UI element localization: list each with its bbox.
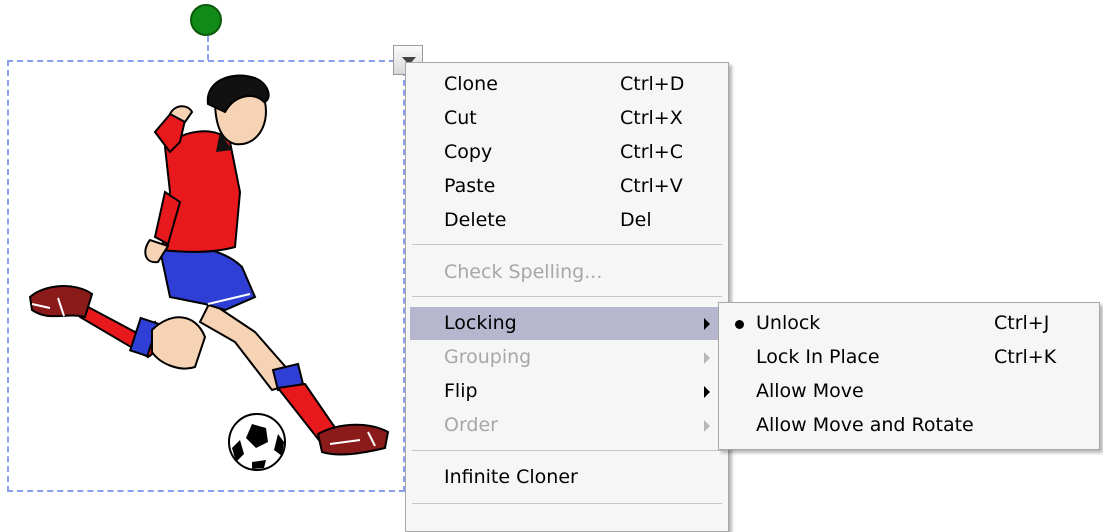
menu-item-shortcut: Ctrl+X xyxy=(620,107,683,129)
menu-item-label: Clone xyxy=(444,73,498,95)
menu-item-shortcut: Ctrl+V xyxy=(620,175,683,197)
menu-separator xyxy=(412,503,722,504)
menu-item-flip[interactable]: Flip xyxy=(410,375,724,408)
menu-item-delete[interactable]: Delete Del xyxy=(410,204,724,237)
menu-item-paste[interactable]: Paste Ctrl+V xyxy=(410,170,724,203)
menu-item-label: Cut xyxy=(444,107,477,129)
menu-separator xyxy=(412,244,722,245)
menu-item-label: Delete xyxy=(444,209,507,231)
menu-item-infinite-cloner[interactable]: Infinite Cloner xyxy=(410,461,724,494)
menu-item-label: Flip xyxy=(444,380,478,402)
menu-item-label: Locking xyxy=(444,312,517,334)
menu-item-label: Infinite Cloner xyxy=(444,466,578,488)
submenu-arrow-icon xyxy=(704,352,710,364)
menu-item-grouping[interactable]: Grouping xyxy=(410,341,724,374)
rotation-handle[interactable] xyxy=(190,4,222,36)
menu-item-shortcut: Ctrl+C xyxy=(620,141,683,163)
menu-item-label: Unlock xyxy=(756,312,821,334)
submenu-arrow-icon xyxy=(704,420,710,432)
rotation-handle-line xyxy=(207,36,209,60)
context-menu: Clone Ctrl+D Cut Ctrl+X Copy Ctrl+C Past… xyxy=(405,62,729,532)
submenu-arrow-icon xyxy=(704,386,710,398)
menu-item-order[interactable]: Order xyxy=(410,409,724,442)
menu-item-label: Allow Move xyxy=(756,380,864,402)
menu-item-label: Allow Move and Rotate xyxy=(756,414,974,436)
menu-item-label: Paste xyxy=(444,175,496,197)
radio-bullet-icon xyxy=(735,320,744,329)
menu-item-shortcut: Ctrl+K xyxy=(994,346,1057,368)
menu-item-shortcut: Del xyxy=(620,209,652,231)
menu-separator xyxy=(412,296,722,297)
menu-item-shortcut: Ctrl+J xyxy=(994,312,1050,334)
menu-item-label: Copy xyxy=(444,141,493,163)
submenu-arrow-icon xyxy=(704,318,710,330)
menu-item-clone[interactable]: Clone Ctrl+D xyxy=(410,68,724,101)
submenu-item-lock-in-place[interactable]: Lock In Place Ctrl+K xyxy=(723,341,1095,374)
menu-separator xyxy=(412,450,722,451)
menu-item-label: Lock In Place xyxy=(756,346,880,368)
menu-item-label: Grouping xyxy=(444,346,532,368)
menu-item-locking[interactable]: Locking xyxy=(410,307,724,340)
menu-item-check-spelling[interactable]: Check Spelling... xyxy=(410,256,724,289)
submenu-item-unlock[interactable]: Unlock Ctrl+J xyxy=(723,307,1095,340)
submenu-item-allow-move[interactable]: Allow Move xyxy=(723,375,1095,408)
soccer-player-image[interactable] xyxy=(20,72,400,482)
menu-item-cut[interactable]: Cut Ctrl+X xyxy=(410,102,724,135)
menu-item-label: Check Spelling... xyxy=(444,261,603,283)
submenu-item-allow-move-and-rotate[interactable]: Allow Move and Rotate xyxy=(723,409,1095,442)
menu-item-shortcut: Ctrl+D xyxy=(620,73,685,95)
locking-submenu: Unlock Ctrl+J Lock In Place Ctrl+K Allow… xyxy=(718,302,1100,450)
menu-item-copy[interactable]: Copy Ctrl+C xyxy=(410,136,724,169)
menu-item-label: Order xyxy=(444,414,498,436)
